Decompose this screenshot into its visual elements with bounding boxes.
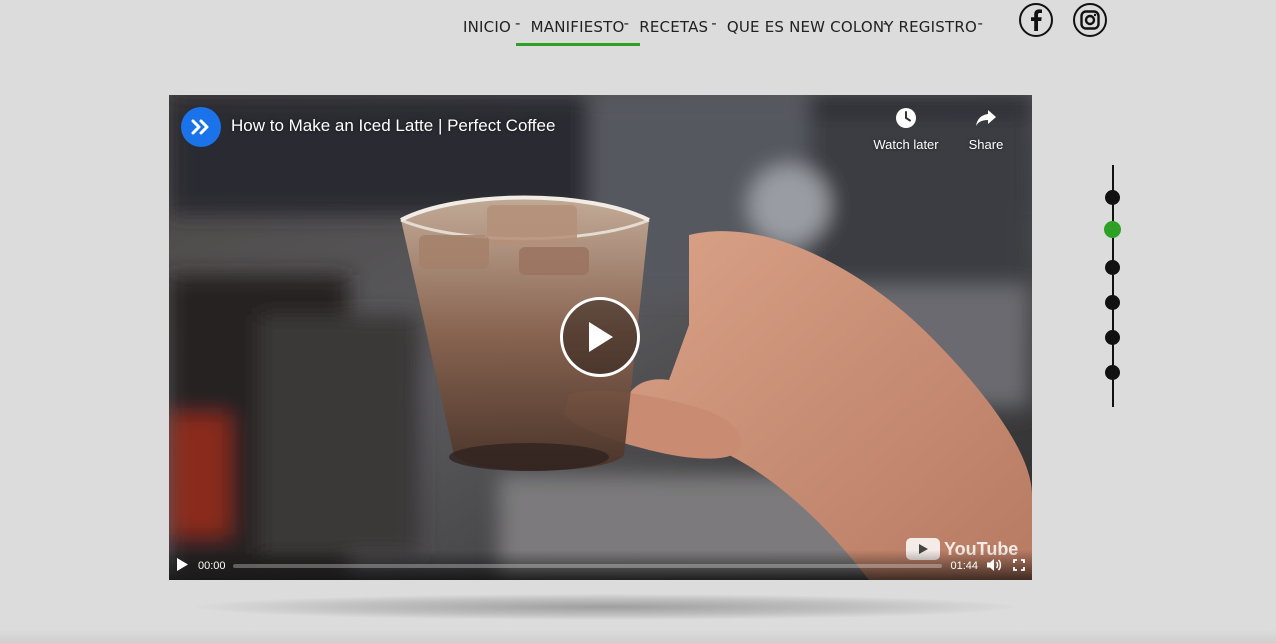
- video-title[interactable]: How to Make an Iced Latte | Perfect Coff…: [231, 116, 555, 136]
- share-button[interactable]: Share: [961, 107, 1011, 152]
- section-nav-dot[interactable]: [1105, 330, 1120, 345]
- section-nav-dot[interactable]: [1104, 221, 1121, 238]
- main-nav: INICIO - MANIFIESTO - RECETAS - QUE ES N…: [463, 14, 993, 40]
- fullscreen-button[interactable]: [1013, 559, 1025, 574]
- duration: 01:44: [950, 560, 978, 572]
- progress-bar[interactable]: [233, 564, 942, 568]
- instagram-link[interactable]: [1073, 3, 1107, 37]
- player-controls: 00:00 01:44: [169, 550, 1032, 580]
- watch-later-button[interactable]: Watch later: [869, 107, 943, 152]
- watch-later-label: Watch later: [873, 137, 939, 152]
- nav-item-recetas[interactable]: RECETAS: [639, 16, 708, 46]
- nav-separator: -: [515, 14, 521, 32]
- page: INICIO - MANIFIESTO - RECETAS - QUE ES N…: [0, 0, 1276, 643]
- section-nav-dot[interactable]: [1105, 190, 1120, 205]
- facebook-icon: [1031, 9, 1042, 31]
- current-time: 00:00: [198, 560, 226, 572]
- video-shadow: [195, 594, 1015, 620]
- volume-icon: [987, 559, 1002, 571]
- clock-icon: [896, 108, 916, 128]
- share-icon: [976, 110, 996, 126]
- control-play-button[interactable]: [176, 558, 188, 574]
- video-player[interactable]: How to Make an Iced Latte | Perfect Coff…: [169, 95, 1032, 580]
- fullscreen-icon: [1013, 559, 1025, 571]
- section-nav-dot[interactable]: [1105, 295, 1120, 310]
- nav-item-inicio[interactable]: INICIO: [463, 16, 511, 46]
- play-button[interactable]: [560, 297, 640, 377]
- play-icon: [177, 558, 188, 571]
- nav-item-registro[interactable]: REGISTRO: [899, 16, 977, 46]
- volume-button[interactable]: [986, 558, 1002, 575]
- nav-separator: -: [711, 14, 717, 32]
- fast-forward-icon: [191, 119, 209, 135]
- channel-avatar[interactable]: [181, 107, 221, 147]
- facebook-link[interactable]: [1019, 3, 1053, 37]
- section-nav-dot[interactable]: [1105, 365, 1120, 380]
- bottom-fade: [0, 629, 1276, 643]
- nav-item-que-es-new-colony[interactable]: QUE ES NEW COLONY: [727, 16, 894, 46]
- nav-item-manifiesto[interactable]: MANIFIESTO: [531, 16, 625, 46]
- play-icon: [589, 322, 613, 352]
- nav-separator: -: [977, 14, 984, 32]
- share-label: Share: [968, 137, 1004, 152]
- instagram-icon: [1080, 10, 1100, 30]
- section-nav-dot[interactable]: [1105, 260, 1120, 275]
